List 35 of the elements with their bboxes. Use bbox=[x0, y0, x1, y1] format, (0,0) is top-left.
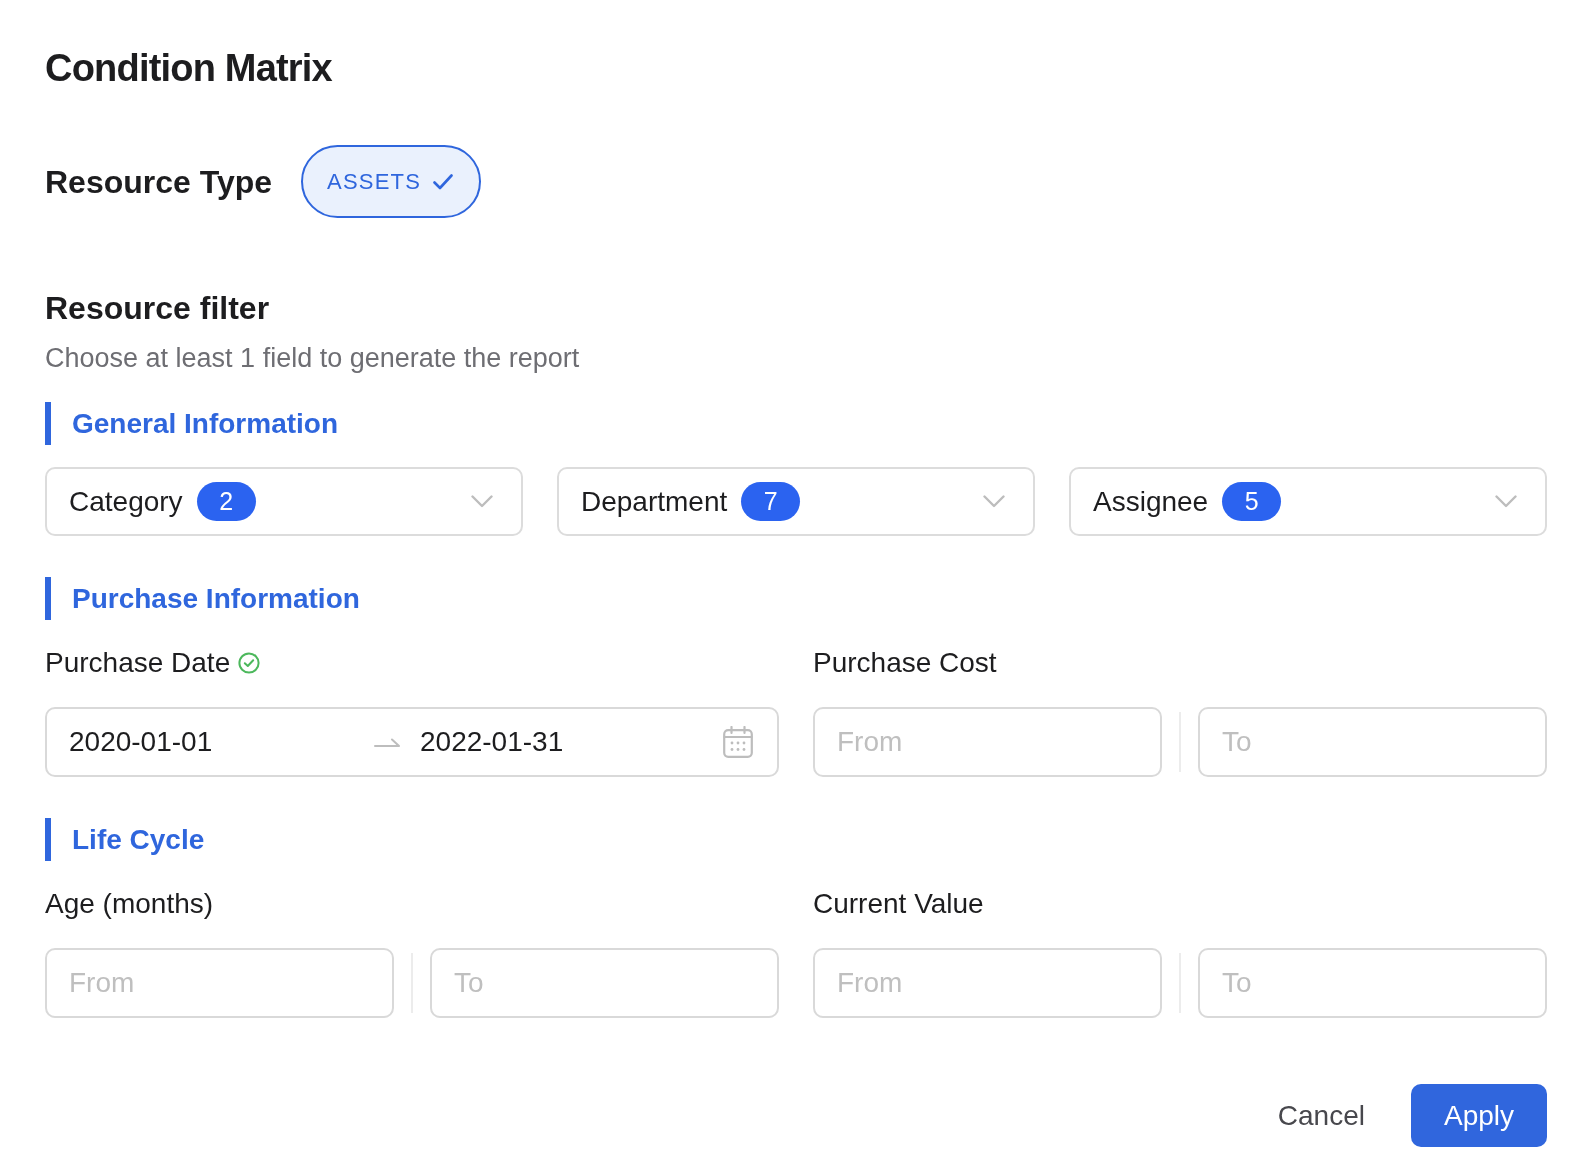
input-field[interactable]: To bbox=[1198, 707, 1547, 777]
page-title: Condition Matrix bbox=[45, 46, 332, 90]
section-heading: Purchase Information bbox=[45, 577, 360, 620]
section-heading: General Information bbox=[45, 402, 339, 445]
calendar-icon bbox=[723, 726, 753, 758]
count-badge: 7 bbox=[741, 482, 801, 521]
date-range-picker[interactable]: 2020-01-01 2022-01-31 bbox=[45, 707, 779, 777]
type-chip[interactable]: ASSETS bbox=[301, 145, 482, 218]
date-input[interactable]: 2020-01-01 bbox=[69, 725, 362, 759]
input-field[interactable]: To bbox=[430, 948, 779, 1018]
chevron-down-icon bbox=[1495, 495, 1517, 508]
input-field[interactable]: From bbox=[813, 707, 1162, 777]
input-field[interactable]: From bbox=[813, 948, 1162, 1018]
section-title: Resource Type bbox=[45, 162, 273, 202]
count-badge: 5 bbox=[1222, 482, 1282, 521]
date-input[interactable]: 2022-01-31 bbox=[420, 725, 713, 759]
input-field[interactable]: From bbox=[45, 948, 394, 1018]
filter-dropdown[interactable]: Category 2 bbox=[45, 467, 523, 536]
arrow-icon bbox=[374, 736, 400, 748]
input-field[interactable]: To bbox=[1198, 948, 1547, 1018]
section-title: Resource filter bbox=[45, 289, 270, 328]
secondary-button[interactable]: Cancel bbox=[1255, 1084, 1387, 1147]
check-icon bbox=[433, 173, 454, 190]
field-label: Purchase Cost bbox=[813, 646, 997, 680]
field-label: Current Value bbox=[813, 887, 984, 921]
hint-text: Choose at least 1 field to generate the report bbox=[45, 342, 580, 375]
chevron-down-icon bbox=[471, 495, 493, 508]
primary-button[interactable]: Apply bbox=[1410, 1084, 1547, 1147]
chevron-down-icon bbox=[983, 495, 1005, 508]
filter-dropdown[interactable]: Department 7 bbox=[557, 467, 1035, 536]
field-label: Age (months) bbox=[45, 887, 214, 921]
filter-dropdown[interactable]: Assignee 5 bbox=[1069, 467, 1547, 536]
field-label: Purchase Date bbox=[45, 646, 231, 680]
count-badge: 2 bbox=[196, 482, 256, 521]
section-heading: Life Cycle bbox=[45, 818, 205, 861]
